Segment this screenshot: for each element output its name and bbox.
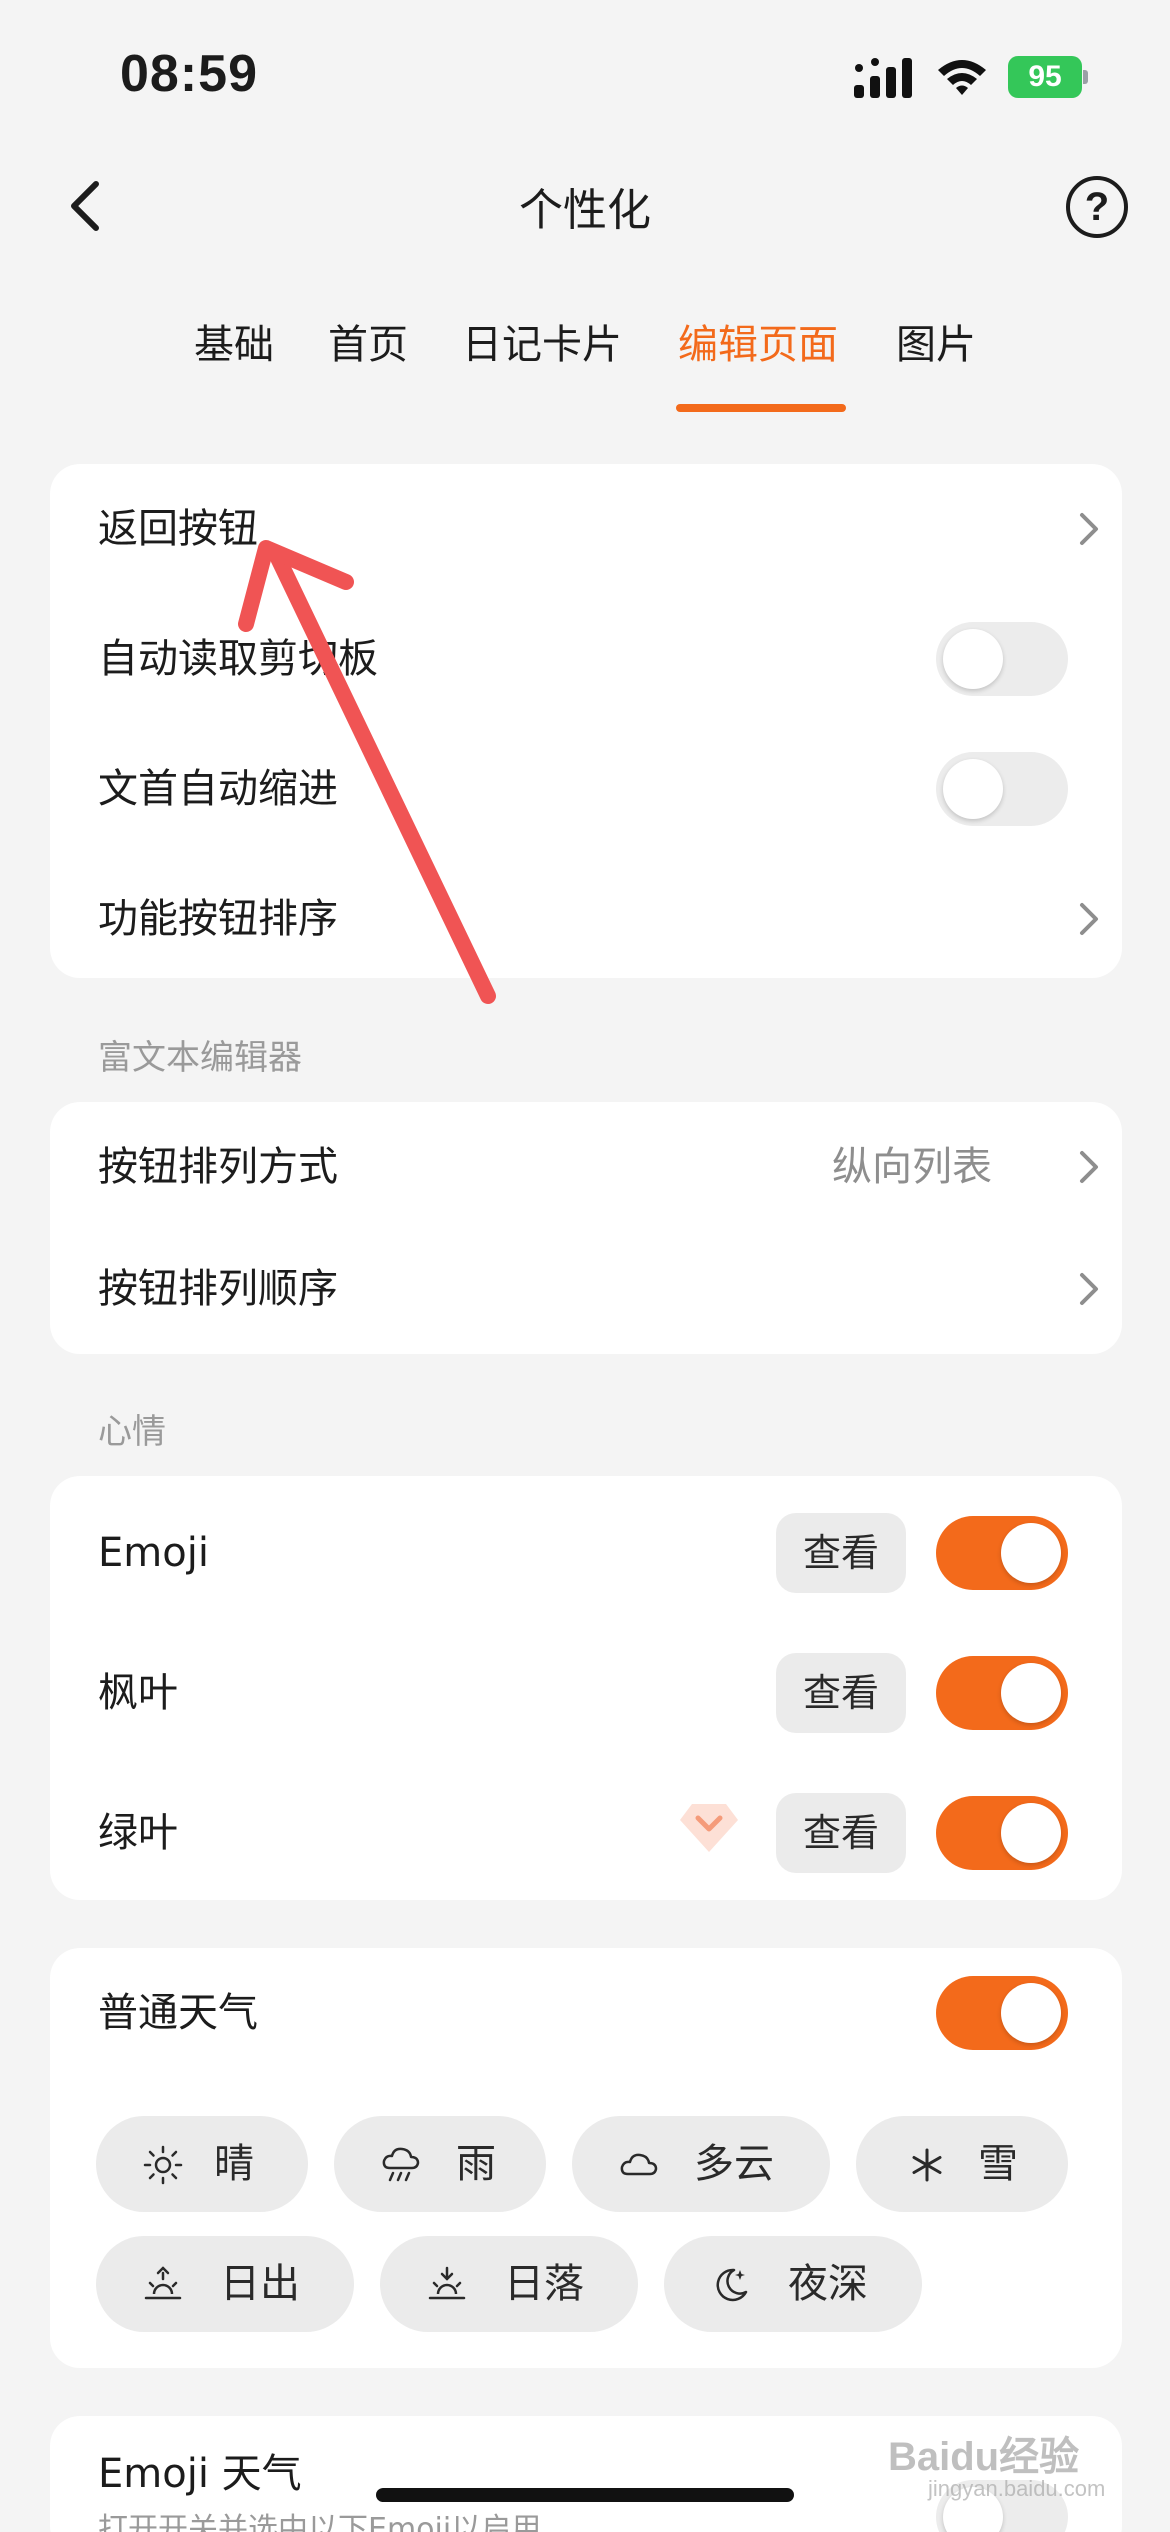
weather-chip-snow[interactable]: 雪 (856, 2116, 1068, 2212)
emoji-weather-subtext: 打开开关并选中以下Emoji以启用 (98, 2512, 542, 2532)
toggle-knob (1001, 1983, 1061, 2043)
mood-row-emoji: Emoji 查看 (50, 1488, 1122, 1618)
chevron-right-icon (1080, 1151, 1098, 1183)
row-label: 自动读取剪切板 (98, 636, 378, 682)
toggle-knob (1001, 1803, 1061, 1863)
home-indicator[interactable] (376, 2488, 794, 2502)
mood-row-green-leaf: 绿叶 查看 (50, 1768, 1122, 1898)
chip-label: 多云 (694, 2141, 774, 2187)
general-settings-card: 返回按钮 自动读取剪切板 文首自动缩进 功能按钮排序 (50, 464, 1122, 978)
status-bar: 08:59 95 (0, 0, 1170, 140)
maple-mood-toggle[interactable] (936, 1656, 1068, 1730)
view-button[interactable]: 查看 (776, 1793, 906, 1873)
weather-chip-cloudy[interactable]: 多云 (572, 2116, 830, 2212)
sunset-icon (428, 2266, 466, 2300)
chevron-right-icon (1080, 1273, 1098, 1305)
status-time: 08:59 (120, 45, 258, 103)
chevron-right-icon (1080, 903, 1098, 935)
row-label: 绿叶 (98, 1810, 178, 1856)
view-button[interactable]: 查看 (776, 1653, 906, 1733)
battery-indicator: 95 (1008, 56, 1088, 98)
auto-indent-toggle[interactable] (936, 752, 1068, 826)
tab-basic[interactable]: 基础 (194, 312, 274, 370)
tab-edit-page[interactable]: 编辑页面 (678, 312, 838, 370)
weather-chip-sunset[interactable]: 日落 (380, 2236, 638, 2332)
normal-weather-toggle[interactable] (936, 1976, 1068, 2050)
toggle-knob (943, 629, 1003, 689)
tab-home[interactable]: 首页 (328, 312, 408, 370)
battery-level: 95 (1008, 56, 1082, 98)
toggle-knob (1001, 1523, 1061, 1583)
moon-icon (716, 2268, 748, 2302)
nav-bar: 个性化 ? (0, 160, 1170, 250)
auto-clipboard-toggle[interactable] (936, 622, 1068, 696)
mood-card: Emoji 查看 枫叶 查看 绿叶 查看 (50, 1476, 1122, 1900)
weather-chip-rain[interactable]: 雨 (334, 2116, 546, 2212)
settings-row-back-button[interactable]: 返回按钮 (50, 464, 1122, 594)
green-leaf-mood-toggle[interactable] (936, 1796, 1068, 1870)
row-label: 文首自动缩进 (98, 766, 338, 812)
rain-icon (382, 2147, 420, 2182)
row-label: Emoji (98, 1530, 209, 1576)
chip-label: 日出 (220, 2261, 300, 2307)
rich-text-card: 按钮排列方式 纵向列表 按钮排列顺序 (50, 1102, 1122, 1354)
chip-label: 晴 (214, 2141, 254, 2187)
cloud-icon (620, 2153, 658, 2176)
watermark-site: jingyan.baidu.com (928, 2476, 1106, 2501)
section-header-rich-text: 富文本编辑器 (98, 1038, 302, 1078)
mood-row-maple: 枫叶 查看 (50, 1628, 1122, 1758)
weather-chip-sunrise[interactable]: 日出 (96, 2236, 354, 2332)
tab-images[interactable]: 图片 (896, 312, 976, 370)
weather-chip-late-night[interactable]: 夜深 (664, 2236, 922, 2332)
chevron-right-icon (1080, 513, 1098, 545)
tab-bar: 基础 首页 日记卡片 编辑页面 图片 (0, 300, 1170, 420)
row-label: 普通天气 (98, 1990, 258, 2036)
page-title: 个性化 (519, 185, 651, 236)
toggle-knob (1001, 1663, 1061, 1723)
tab-diary-card[interactable]: 日记卡片 (462, 312, 622, 370)
chip-label: 雪 (978, 2141, 1018, 2187)
premium-diamond-icon (680, 1804, 738, 1852)
sunrise-icon (144, 2266, 182, 2300)
section-header-mood: 心情 (98, 1412, 166, 1452)
emoji-mood-toggle[interactable] (936, 1516, 1068, 1590)
settings-row-auto-indent: 文首自动缩进 (50, 724, 1122, 854)
row-value: 纵向列表 (832, 1144, 992, 1190)
watermark-logo: Baidu经验 (888, 2435, 1080, 2479)
settings-row-button-sort[interactable]: 功能按钮排序 (50, 854, 1122, 984)
weather-card: 普通天气 晴 雨 多云 雪 日出 日落 夜深 (50, 1948, 1122, 2368)
active-tab-indicator (676, 404, 846, 412)
chip-label: 夜深 (788, 2261, 868, 2307)
cellular-signal-icon (854, 58, 912, 98)
battery-tip (1083, 70, 1088, 84)
toggle-knob (943, 759, 1003, 819)
help-icon[interactable]: ? (1066, 176, 1128, 238)
row-label: 枫叶 (98, 1670, 178, 1716)
chip-label: 雨 (456, 2141, 496, 2187)
sun-icon (143, 2145, 183, 2185)
weather-row-normal: 普通天气 (50, 1948, 1122, 2078)
snowflake-icon (912, 2148, 942, 2182)
settings-row-button-layout[interactable]: 按钮排列方式 纵向列表 (50, 1102, 1122, 1232)
row-label: 按钮排列方式 (98, 1144, 338, 1190)
view-button[interactable]: 查看 (776, 1513, 906, 1593)
weather-chip-sunny[interactable]: 晴 (96, 2116, 308, 2212)
chip-label: 日落 (504, 2261, 584, 2307)
row-label: 返回按钮 (98, 506, 258, 552)
row-label: 功能按钮排序 (98, 896, 338, 942)
settings-row-auto-clipboard: 自动读取剪切板 (50, 594, 1122, 724)
wifi-icon (938, 60, 986, 95)
settings-row-button-order[interactable]: 按钮排列顺序 (50, 1224, 1122, 1354)
row-label: 按钮排列顺序 (98, 1266, 338, 1312)
